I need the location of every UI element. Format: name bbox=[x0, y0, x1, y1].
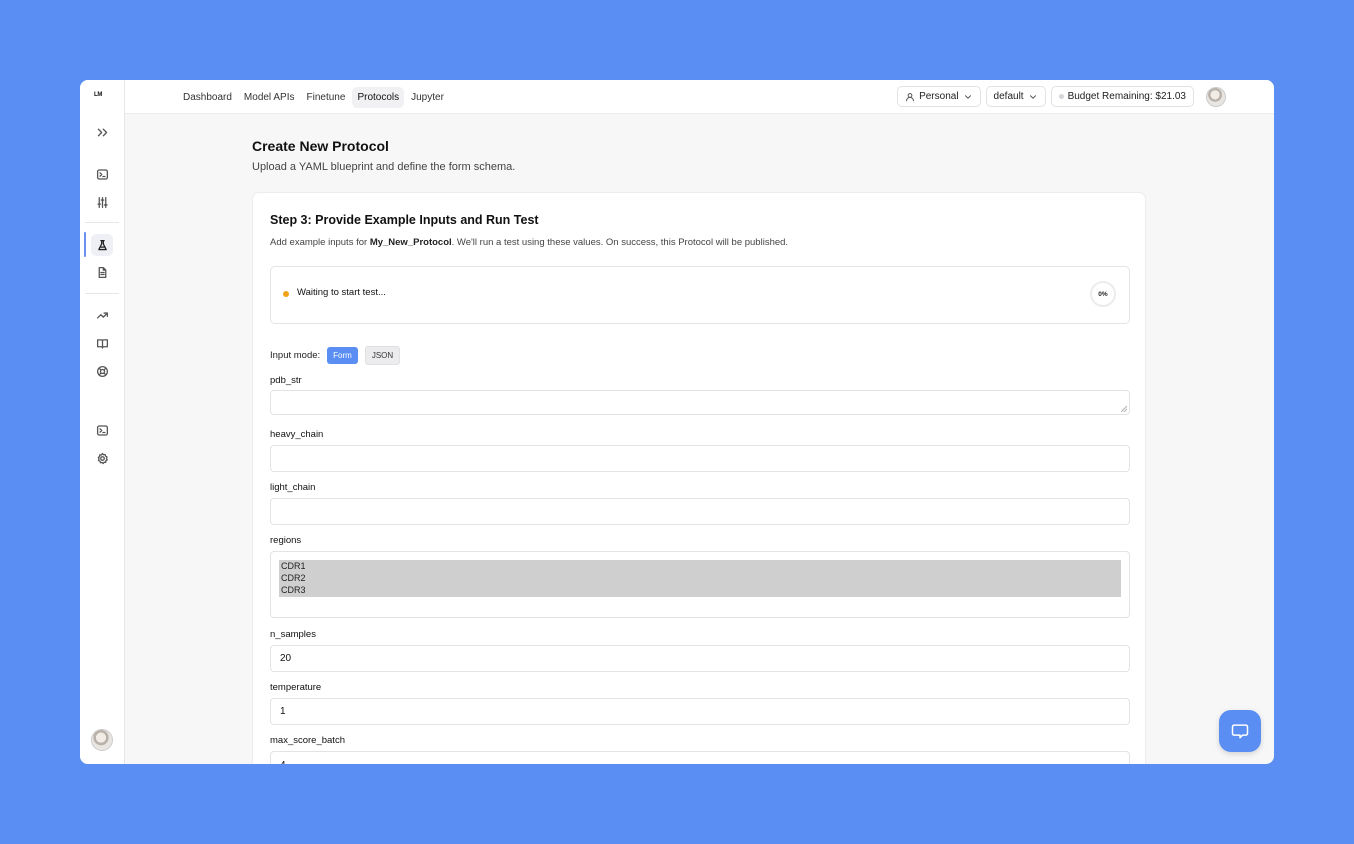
step-title: Step 3: Provide Example Inputs and Run T… bbox=[270, 213, 539, 227]
protocol-name: My_New_Protocol bbox=[369, 237, 452, 248]
nav-model-apis[interactable]: Model APIs bbox=[239, 87, 300, 108]
input-mode-label: Input mode: bbox=[270, 350, 321, 361]
settings-gear-icon[interactable] bbox=[91, 447, 113, 469]
n-samples-input[interactable]: 20 bbox=[270, 645, 1130, 672]
chat-bubble-icon bbox=[1231, 724, 1249, 739]
page-subtitle: Upload a YAML blueprint and define the f… bbox=[252, 161, 516, 173]
budget-label: Budget Remaining: $21.03 bbox=[1067, 91, 1186, 102]
step-card: Step 3: Provide Example Inputs and Run T… bbox=[252, 192, 1146, 764]
sliders-icon[interactable] bbox=[91, 191, 113, 213]
progress-label: 0% bbox=[1098, 290, 1108, 298]
light-chain-label: light_chain bbox=[270, 482, 316, 493]
sidebar-divider bbox=[85, 222, 119, 223]
document-icon[interactable] bbox=[91, 261, 113, 283]
regions-label: regions bbox=[270, 535, 302, 546]
resize-handle[interactable] bbox=[1121, 406, 1127, 412]
n-samples-value: 20 bbox=[280, 653, 292, 664]
n-samples-label: n_samples bbox=[270, 629, 316, 640]
json-mode-button[interactable]: JSON bbox=[364, 346, 401, 365]
sidebar: LM bbox=[80, 80, 125, 764]
region-option-cdr3[interactable]: CDR3 bbox=[279, 584, 1121, 596]
heavy-chain-label: heavy_chain bbox=[270, 429, 324, 440]
main-nav: Dashboard Model APIs Finetune Protocols … bbox=[178, 87, 449, 108]
status-dot bbox=[283, 291, 289, 297]
user-icon bbox=[906, 92, 915, 101]
step-desc-prefix: Add example inputs for bbox=[270, 237, 370, 248]
help-circle-icon[interactable] bbox=[91, 360, 113, 382]
region-option-cdr1[interactable]: CDR1 bbox=[279, 560, 1121, 572]
pdb-str-label: pdb_str bbox=[270, 375, 302, 386]
temperature-input[interactable]: 1 bbox=[270, 698, 1130, 725]
account-switcher[interactable]: Personal bbox=[897, 86, 981, 107]
budget-status-dot bbox=[1058, 94, 1064, 99]
active-indicator bbox=[84, 232, 86, 257]
regions-multiselect[interactable]: CDR1 CDR2 CDR3 bbox=[270, 551, 1130, 618]
heavy-chain-input[interactable] bbox=[270, 445, 1130, 472]
input-mode-row: Input mode: Form JSON bbox=[270, 346, 401, 365]
app-window: LM Dashboard Model APIs Finetune Protoco… bbox=[80, 80, 1274, 764]
region-option-cdr2[interactable]: CDR2 bbox=[279, 572, 1121, 584]
test-status-panel: Waiting to start test... 0% bbox=[270, 266, 1130, 324]
regions-selected-options: CDR1 CDR2 CDR3 bbox=[279, 560, 1121, 597]
budget-badge[interactable]: Budget Remaining: $21.03 bbox=[1050, 86, 1194, 107]
nav-finetune[interactable]: Finetune bbox=[302, 87, 351, 108]
temperature-value: 1 bbox=[280, 706, 286, 717]
terminal-icon[interactable] bbox=[91, 163, 113, 185]
expand-sidebar-icon[interactable] bbox=[91, 121, 113, 143]
account-label: Personal bbox=[919, 91, 959, 102]
status-text: Waiting to start test... bbox=[297, 287, 386, 298]
console-icon[interactable] bbox=[91, 419, 113, 441]
user-avatar[interactable] bbox=[91, 729, 113, 751]
profile-avatar[interactable] bbox=[1206, 87, 1226, 107]
project-label: default bbox=[993, 91, 1024, 102]
app-logo: LM bbox=[94, 92, 103, 98]
temperature-label: temperature bbox=[270, 682, 322, 693]
trending-up-icon[interactable] bbox=[91, 304, 113, 326]
project-switcher[interactable]: default bbox=[985, 86, 1046, 107]
page-title: Create New Protocol bbox=[252, 138, 389, 154]
pdb-str-textarea[interactable] bbox=[270, 390, 1130, 415]
max-score-batch-value: 4 bbox=[280, 760, 286, 764]
max-score-batch-label: max_score_batch bbox=[270, 735, 345, 746]
flask-icon[interactable] bbox=[91, 234, 113, 256]
book-icon[interactable] bbox=[91, 332, 113, 354]
header-controls: Personal default Budget Remaining: $21.0… bbox=[897, 86, 1194, 107]
step-description: Add example inputs for My_New_Protocol. … bbox=[270, 237, 788, 248]
form-mode-button[interactable]: Form bbox=[327, 347, 358, 364]
nav-dashboard[interactable]: Dashboard bbox=[178, 87, 237, 108]
light-chain-input[interactable] bbox=[270, 498, 1130, 525]
sidebar-divider bbox=[85, 293, 119, 294]
chevron-down-icon bbox=[964, 94, 971, 99]
chevron-down-icon bbox=[1029, 94, 1036, 99]
progress-ring: 0% bbox=[1090, 281, 1116, 307]
top-navigation-bar: Dashboard Model APIs Finetune Protocols … bbox=[125, 80, 1274, 114]
nav-jupyter[interactable]: Jupyter bbox=[406, 87, 449, 108]
max-score-batch-input[interactable]: 4 bbox=[270, 751, 1130, 764]
support-chat-button[interactable] bbox=[1219, 710, 1261, 752]
step-desc-suffix: . We'll run a test using these values. O… bbox=[451, 237, 789, 248]
nav-protocols[interactable]: Protocols bbox=[352, 87, 405, 108]
